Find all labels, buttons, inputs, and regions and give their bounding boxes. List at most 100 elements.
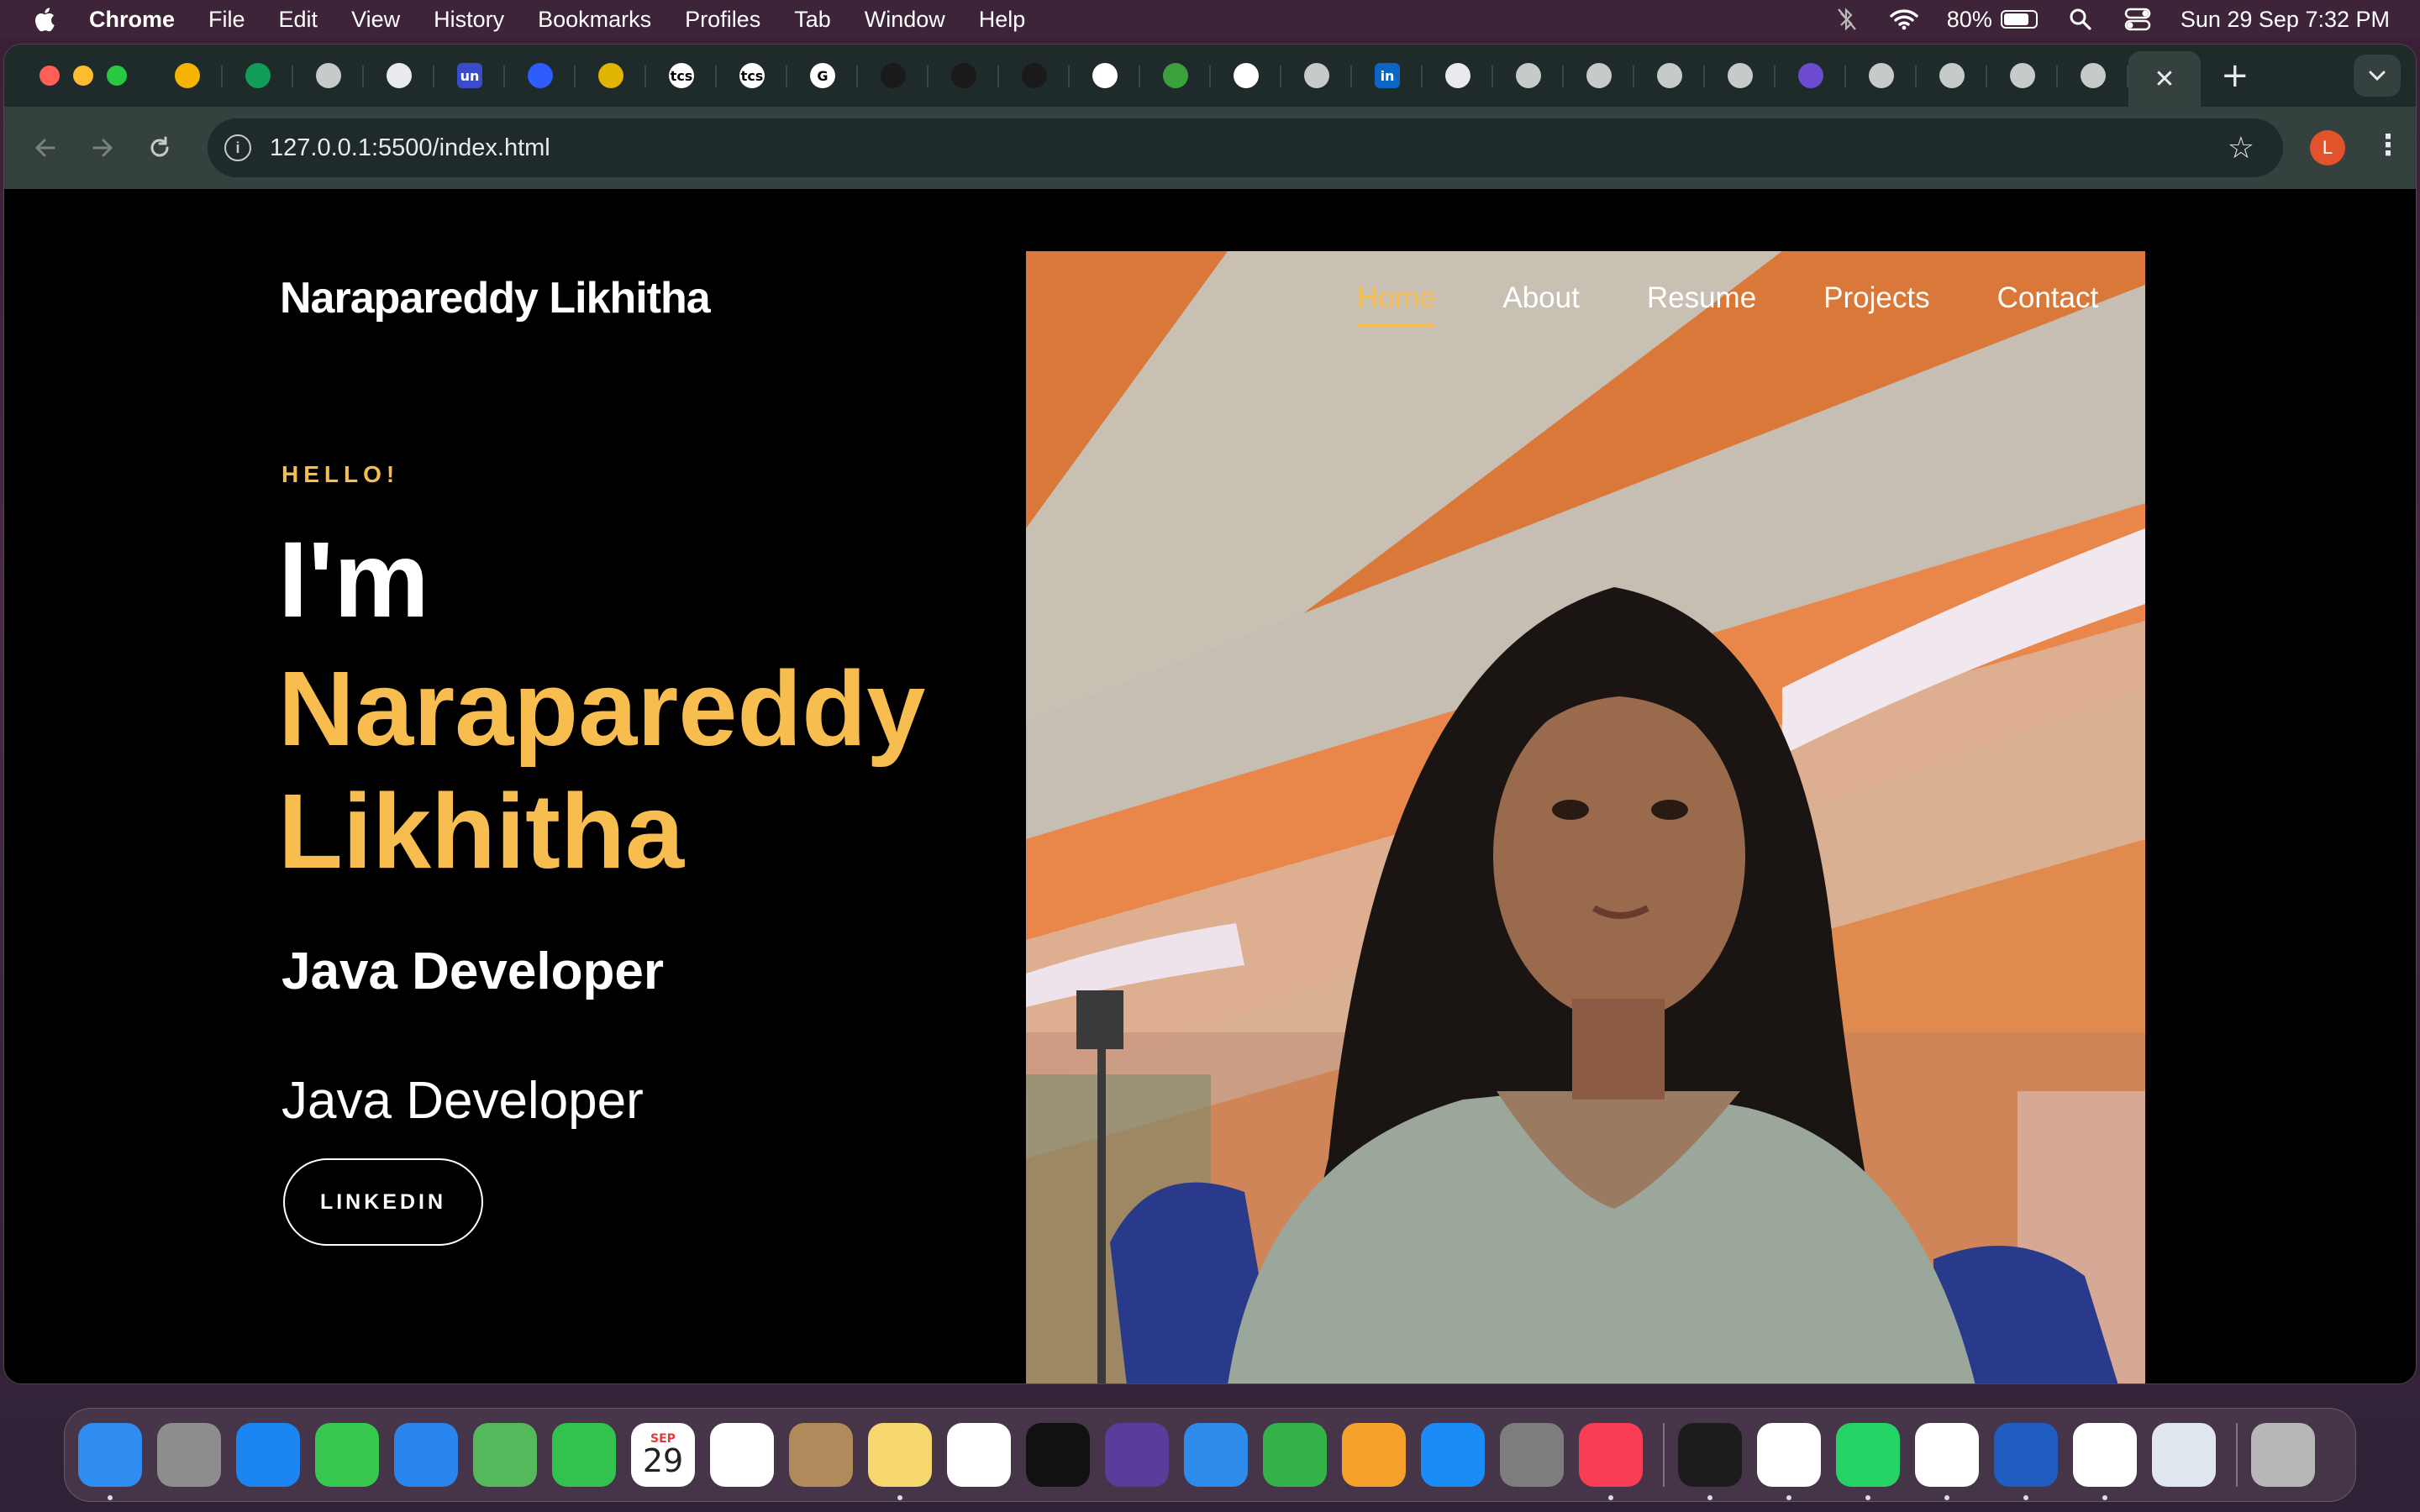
spotlight-search-icon[interactable] (2066, 7, 2095, 32)
menu-window[interactable]: Window (865, 7, 945, 33)
music-icon[interactable] (1579, 1423, 1643, 1500)
keynote-icon[interactable] (1184, 1423, 1248, 1487)
browser-tab[interactable] (1564, 52, 1634, 99)
battery-percent: 80% (1946, 6, 1992, 32)
wifi-icon[interactable] (1890, 7, 1918, 32)
facetime-icon[interactable] (552, 1423, 616, 1487)
browser-tab[interactable] (505, 52, 576, 99)
browser-tab[interactable] (929, 52, 999, 99)
messages-icon[interactable] (315, 1423, 379, 1487)
menu-tab[interactable]: Tab (794, 7, 831, 33)
battery-indicator[interactable]: 80% (1947, 7, 2038, 33)
finder-icon[interactable] (78, 1423, 142, 1500)
chrome-icon[interactable] (1757, 1423, 1821, 1500)
nav-contact[interactable]: Contact (1997, 281, 2099, 327)
back-button[interactable] (26, 129, 65, 167)
system-settings-icon[interactable] (1500, 1423, 1564, 1487)
browser-tab[interactable] (293, 52, 364, 99)
url-text[interactable]: 127.0.0.1:5500/index.html (270, 134, 550, 162)
browser-tab[interactable] (1705, 52, 1776, 99)
browser-tab[interactable] (1281, 52, 1352, 99)
chrome-menu-icon[interactable]: ⋮ (2374, 129, 2402, 162)
launchpad-icon[interactable] (157, 1423, 221, 1487)
browser-tab[interactable] (1917, 52, 1987, 99)
profile-avatar[interactable]: L (2310, 130, 2345, 165)
control-center-icon[interactable] (2123, 7, 2152, 32)
safari-icon[interactable] (236, 1423, 300, 1487)
menu-help[interactable]: Help (979, 7, 1026, 33)
browser-tab[interactable] (2058, 52, 2128, 99)
site-info-icon[interactable]: i (224, 134, 251, 161)
browser-tab[interactable]: G (787, 52, 858, 99)
new-tab-button[interactable]: + (2221, 56, 2249, 95)
bluetooth-off-icon[interactable] (1833, 7, 1861, 32)
browser-tab[interactable]: tcs (717, 52, 787, 99)
vscode-icon[interactable] (1915, 1423, 1979, 1500)
address-bar[interactable]: i 127.0.0.1:5500/index.html ☆ (208, 118, 2283, 177)
browser-tab[interactable] (1423, 52, 1493, 99)
close-window-button[interactable] (39, 66, 60, 86)
tab-active[interactable]: ✕ (2128, 51, 2201, 107)
nav-about[interactable]: About (1502, 281, 1579, 327)
browser-tab[interactable]: un (434, 52, 505, 99)
menu-view[interactable]: View (351, 7, 400, 33)
browser-tab[interactable]: tcs (646, 52, 717, 99)
maps-icon[interactable] (473, 1423, 537, 1487)
menu-file[interactable]: File (208, 7, 245, 33)
trash-icon[interactable] (2251, 1423, 2315, 1487)
menu-profiles[interactable]: Profiles (685, 7, 760, 33)
browser-tab[interactable] (1846, 52, 1917, 99)
preview-icon[interactable] (2152, 1423, 2216, 1487)
calendar-icon[interactable]: SEP 29 (631, 1423, 695, 1487)
zoom-window-button[interactable] (107, 66, 127, 86)
minimize-window-button[interactable] (73, 66, 93, 86)
browser-tab[interactable] (1987, 52, 2058, 99)
browser-tab[interactable] (858, 52, 929, 99)
browser-tab[interactable] (1776, 52, 1846, 99)
menu-edit[interactable]: Edit (279, 7, 318, 33)
chrome-icon (316, 63, 341, 88)
close-tab-icon[interactable]: ✕ (2154, 65, 2175, 94)
freeform-icon[interactable] (947, 1423, 1011, 1487)
hero-name: Narapareddy Likhitha (278, 649, 926, 890)
menu-bar-clock[interactable]: Sun 29 Sep 7:32 PM (2181, 7, 2390, 33)
list-icon (1798, 63, 1823, 88)
browser-tab[interactable] (1070, 52, 1140, 99)
nav-projects[interactable]: Projects (1823, 281, 1929, 327)
terminal-icon[interactable] (1678, 1423, 1742, 1500)
menu-app-name[interactable]: Chrome (89, 7, 175, 33)
reminders-icon[interactable] (710, 1423, 774, 1487)
site-brand-logo[interactable]: Narapareddy Likhitha (280, 273, 711, 323)
numbers-icon[interactable] (1263, 1423, 1327, 1487)
menu-history[interactable]: History (434, 7, 504, 33)
reload-button[interactable] (140, 129, 179, 167)
browser-tab[interactable] (1211, 52, 1281, 99)
contacts-icon[interactable] (789, 1423, 853, 1487)
nav-resume[interactable]: Resume (1647, 281, 1756, 327)
browser-tab[interactable] (999, 52, 1070, 99)
app-store-icon[interactable] (1421, 1423, 1485, 1487)
notes-icon[interactable] (868, 1423, 932, 1500)
tab-search-button[interactable] (2354, 55, 2401, 97)
vscode-icon[interactable] (2073, 1423, 2137, 1500)
browser-tab[interactable] (152, 52, 223, 99)
pages-icon[interactable] (1342, 1423, 1406, 1487)
browser-tab[interactable] (223, 52, 293, 99)
browser-tab[interactable] (1493, 52, 1564, 99)
browser-tab[interactable] (364, 52, 434, 99)
word-icon[interactable] (1994, 1423, 2058, 1500)
mail-icon[interactable] (394, 1423, 458, 1487)
linkedin-button[interactable]: LINKEDIN (283, 1158, 483, 1246)
bookmark-star-icon[interactable]: ☆ (2228, 131, 2254, 165)
browser-tab[interactable] (1634, 52, 1705, 99)
menu-bookmarks[interactable]: Bookmarks (538, 7, 651, 33)
forward-button[interactable] (83, 129, 122, 167)
nav-home[interactable]: Home (1357, 281, 1436, 327)
browser-tab[interactable] (1140, 52, 1211, 99)
whatsapp-icon[interactable] (1836, 1423, 1900, 1500)
browser-tab[interactable]: in (1352, 52, 1423, 99)
apple-menu-icon[interactable] (34, 5, 59, 34)
browser-tab[interactable] (576, 52, 646, 99)
tv-icon[interactable] (1026, 1423, 1090, 1487)
siri-icon[interactable] (1105, 1423, 1169, 1487)
